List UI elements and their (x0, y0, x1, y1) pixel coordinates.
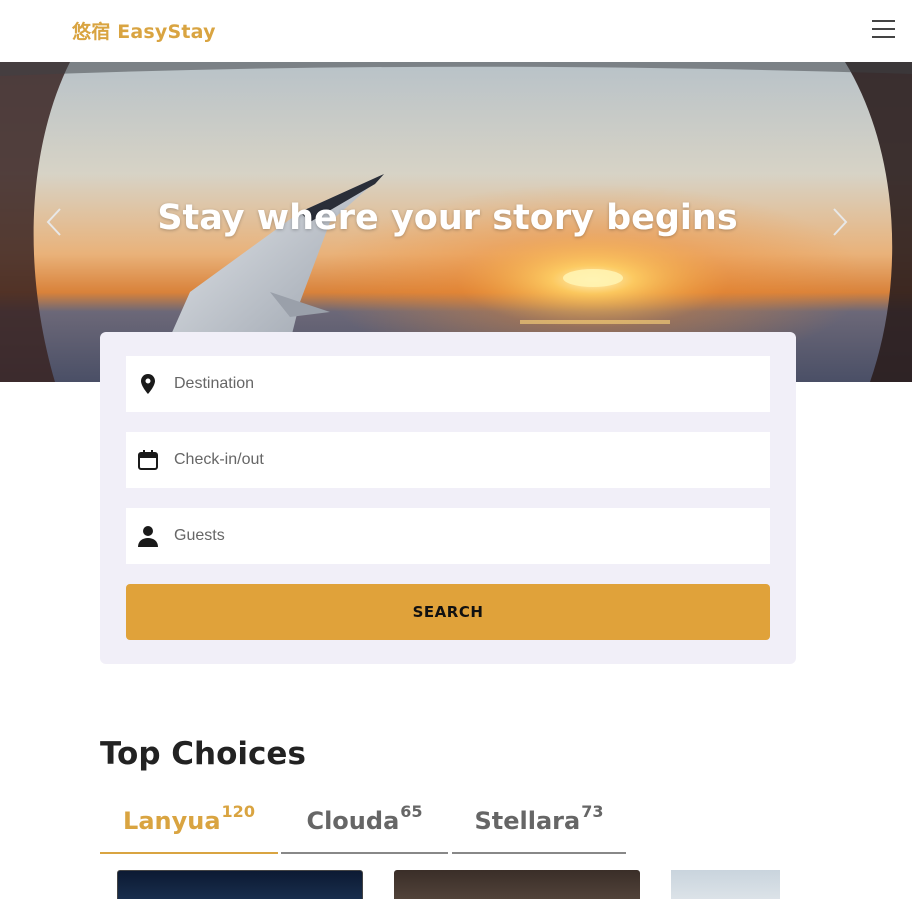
destination-field[interactable] (126, 356, 770, 412)
calendar-icon (138, 450, 158, 470)
tab-underline (100, 852, 278, 854)
hero-title: Stay where your story begins (157, 198, 738, 238)
tab-underline (281, 852, 448, 854)
tab-lanyua[interactable]: Lanyua120 (100, 798, 278, 854)
hamburger-menu-icon[interactable] (866, 16, 900, 44)
search-button[interactable]: SEARCH (126, 584, 770, 640)
destination-input[interactable] (174, 356, 754, 412)
hotel-card-image[interactable] (394, 870, 640, 899)
checkin-input[interactable] (174, 432, 754, 488)
tab-count: 73 (581, 802, 604, 821)
tab-label: Stellara (474, 807, 581, 835)
guests-input[interactable] (174, 508, 754, 564)
person-icon (138, 526, 158, 547)
tab-count: 65 (400, 802, 423, 821)
tab-underline (452, 852, 626, 854)
tab-stellara[interactable]: Stellara73 (452, 798, 626, 854)
tab-label: Lanyua (123, 807, 221, 835)
tab-count: 120 (221, 802, 255, 821)
hotel-card-image[interactable] (117, 870, 363, 899)
tab-label: Clouda (306, 807, 400, 835)
search-panel: SEARCH (100, 332, 796, 664)
section-title-top-choices: Top Choices (100, 736, 306, 772)
brand-logo[interactable]: 悠宿 EasyStay (72, 17, 216, 44)
checkin-field[interactable] (126, 432, 770, 488)
navbar: 悠宿 EasyStay (0, 0, 912, 62)
hotel-card-image[interactable] (671, 870, 780, 899)
map-pin-icon (141, 374, 155, 394)
guests-field[interactable] (126, 508, 770, 564)
tab-clouda[interactable]: Clouda65 (281, 798, 448, 854)
